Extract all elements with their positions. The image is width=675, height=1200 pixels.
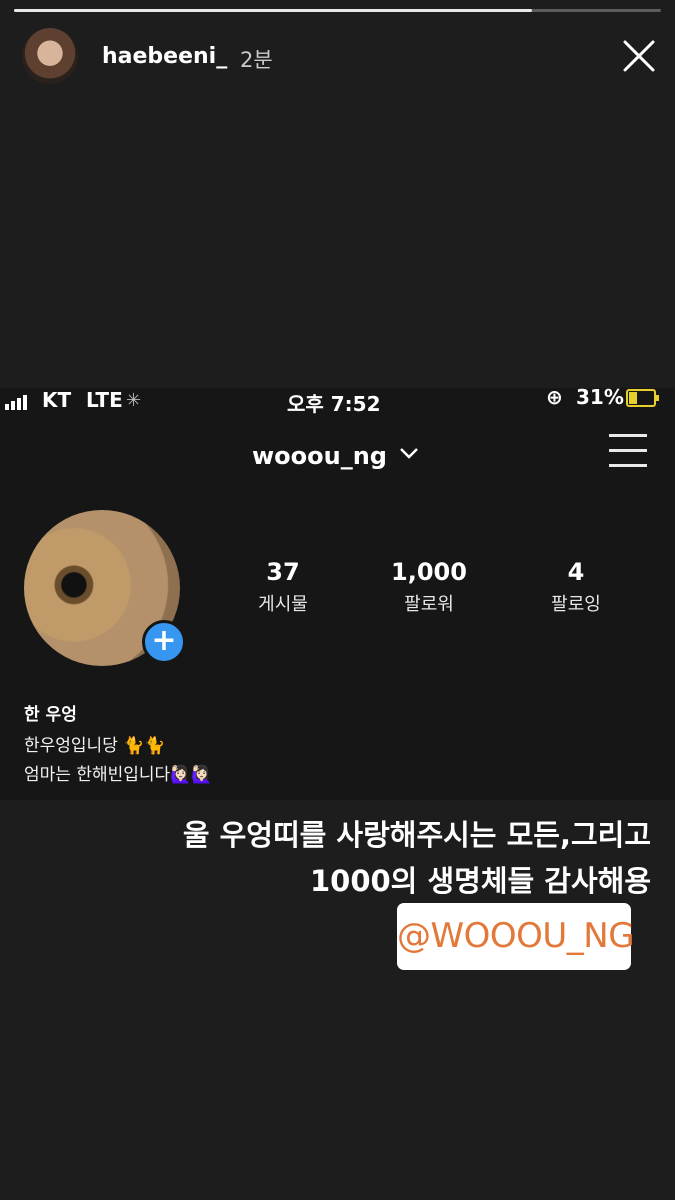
signal-icon: [5, 394, 27, 410]
followers-count: 1,000: [391, 558, 467, 586]
profile-screenshot: KT LTE ✳ 오후 7:52 ⊕ 31% wooou_ng + 37 게시물…: [0, 385, 675, 800]
network-label: LTE: [86, 388, 123, 412]
posts-label: 게시물: [258, 594, 308, 615]
mention-text: @WOOOU_NG: [397, 916, 635, 956]
orientation-lock-icon: ⊕: [546, 385, 563, 409]
story-progress-bar: [14, 9, 661, 12]
bio-line: 한우엉입니당 🐈🐈: [24, 736, 166, 756]
mention-sticker[interactable]: @WOOOU_NG: [397, 903, 635, 970]
status-bar: KT LTE ✳ 오후 7:52 ⊕ 31%: [0, 385, 675, 416]
battery-icon: [626, 389, 659, 407]
followers-label: 팔로워: [404, 594, 454, 615]
profile-name: 한 우엉: [24, 705, 77, 725]
profile-handle[interactable]: wooou_ng: [252, 442, 387, 470]
close-icon[interactable]: [621, 38, 657, 74]
story-caption-line: 울 우엉띠를 사랑해주시는 모든,그리고: [182, 818, 651, 852]
story-header: haebeeni_ 2분: [22, 28, 675, 84]
following-count: 4: [567, 558, 585, 586]
story-timestamp: 2분: [240, 48, 273, 72]
status-time: 오후 7:52: [287, 392, 381, 416]
posts-count: 37: [266, 558, 300, 586]
story-progress-fill: [14, 9, 532, 12]
story-username[interactable]: haebeeni_: [102, 44, 227, 69]
story-caption-line: 1000의 생명체들 감사해용: [309, 864, 651, 898]
hamburger-menu-icon[interactable]: [609, 434, 647, 470]
following-label: 팔로잉: [551, 594, 601, 615]
posts-stat[interactable]: 37 게시물: [228, 558, 338, 616]
carrier-label: KT: [42, 388, 72, 412]
bio-line: 엄마는 한해빈입니다🙋🏻‍♀️🙋🏻‍♀️: [24, 765, 213, 785]
followers-stat[interactable]: 1,000 팔로워: [374, 558, 484, 616]
add-story-button[interactable]: +: [142, 620, 186, 664]
loading-spinner-icon: ✳: [126, 390, 142, 411]
chevron-down-icon[interactable]: [398, 444, 420, 462]
story-avatar[interactable]: [22, 28, 78, 84]
following-stat[interactable]: 4 팔로잉: [521, 558, 631, 616]
battery-percent: 31%: [576, 385, 624, 409]
